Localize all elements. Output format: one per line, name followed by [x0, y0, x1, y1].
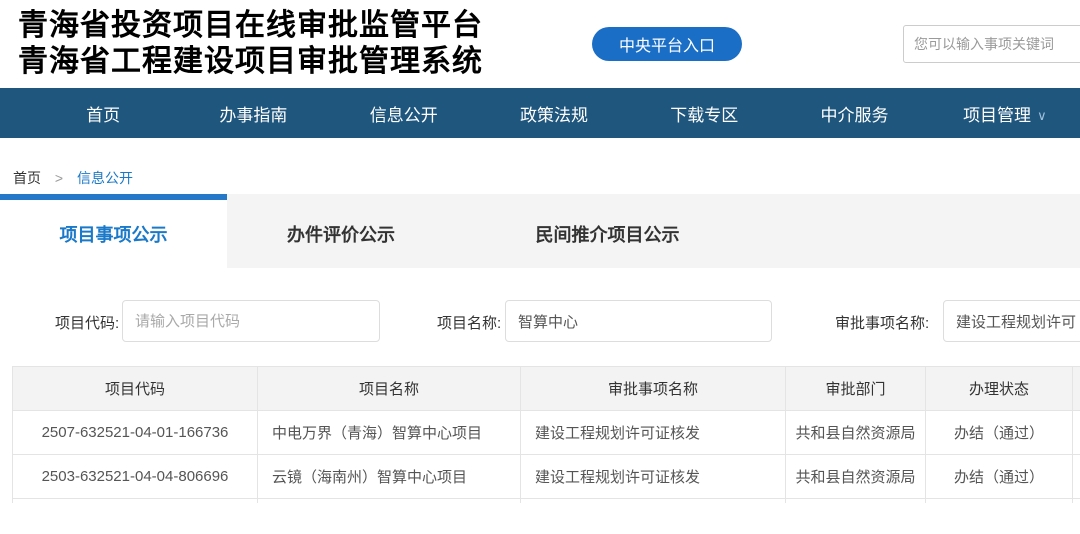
- cell-r0-c0: 2507-632521-04-01-166736: [13, 411, 258, 455]
- site-title-line1: 青海省投资项目在线审批监管平台: [18, 8, 483, 44]
- cell-partial: [1073, 499, 1080, 503]
- site-title: 青海省投资项目在线审批监管平台 青海省工程建设项目审批管理系统: [18, 8, 483, 80]
- nav-item-1[interactable]: 办事指南: [178, 101, 328, 126]
- site-title-line2: 青海省工程建设项目审批管理系统: [18, 44, 483, 80]
- cell-r1-c0: 2503-632521-04-04-806696: [13, 455, 258, 499]
- tab-0[interactable]: 项目事项公示: [0, 194, 227, 268]
- column-header-1: 项目名称: [258, 367, 521, 411]
- column-header-3: 审批部门: [786, 367, 926, 411]
- column-header-clipped: [1073, 367, 1080, 411]
- table-row: 2507-632521-04-01-166736中电万界（青海）智算中心项目建设…: [13, 411, 1080, 455]
- cell-partial: [926, 499, 1073, 503]
- table-row-partial: [13, 499, 1080, 503]
- central-platform-button[interactable]: 中央平台入口: [592, 27, 742, 61]
- table-body: 2507-632521-04-01-166736中电万界（青海）智算中心项目建设…: [13, 411, 1080, 503]
- nav-item-2[interactable]: 信息公开: [329, 101, 479, 126]
- cell-r0-c1: 中电万界（青海）智算中心项目: [258, 411, 521, 455]
- keyword-search-input[interactable]: [903, 25, 1080, 63]
- table-row: 2503-632521-04-04-806696云镜（海南州）智算中心项目建设工…: [13, 455, 1080, 499]
- breadcrumb: 首页 > 信息公开: [0, 138, 1080, 194]
- cell-partial: [13, 499, 258, 503]
- cell-partial: [258, 499, 521, 503]
- cell-r0-c4: 办结（通过）: [926, 411, 1073, 455]
- nav-item-5[interactable]: 中介服务: [779, 101, 929, 126]
- nav-item-3[interactable]: 政策法规: [479, 101, 629, 126]
- page: 青海省投资项目在线审批监管平台 青海省工程建设项目审批管理系统 中央平台入口 首…: [0, 0, 1080, 534]
- project-name-label: 项目名称:: [437, 312, 501, 333]
- results-table: 项目代码项目名称审批事项名称审批部门办理状态 2507-632521-04-01…: [12, 366, 1080, 503]
- project-name-input[interactable]: [505, 300, 772, 342]
- project-code-input[interactable]: [122, 300, 380, 342]
- column-header-0: 项目代码: [13, 367, 258, 411]
- tab-bar: 项目事项公示办件评价公示民间推介项目公示: [0, 194, 1080, 268]
- cell-r1-c1: 云镜（海南州）智算中心项目: [258, 455, 521, 499]
- cell-r1-c4: 办结（通过）: [926, 455, 1073, 499]
- cell-r1-c2: 建设工程规划许可证核发: [521, 455, 786, 499]
- cell-partial: [521, 499, 786, 503]
- tab-bar-filler: [760, 194, 1080, 268]
- cell-r0-c2: 建设工程规划许可证核发: [521, 411, 786, 455]
- cell-clipped: [1073, 455, 1080, 499]
- column-header-4: 办理状态: [926, 367, 1073, 411]
- breadcrumb-home[interactable]: 首页: [13, 170, 41, 186]
- nav-item-6[interactable]: 项目管理∨: [930, 101, 1080, 126]
- tab-2[interactable]: 民间推介项目公示: [455, 194, 760, 268]
- table-header-row: 项目代码项目名称审批事项名称审批部门办理状态: [13, 367, 1080, 411]
- main-nav: 首页办事指南信息公开政策法规下载专区中介服务项目管理∨: [0, 88, 1080, 138]
- approval-item-input[interactable]: [943, 300, 1080, 342]
- cell-r1-c3: 共和县自然资源局: [786, 455, 926, 499]
- column-header-2: 审批事项名称: [521, 367, 786, 411]
- breadcrumb-current[interactable]: 信息公开: [77, 170, 133, 186]
- cell-r0-c3: 共和县自然资源局: [786, 411, 926, 455]
- site-header: 青海省投资项目在线审批监管平台 青海省工程建设项目审批管理系统 中央平台入口: [0, 0, 1080, 88]
- project-code-label: 项目代码:: [55, 312, 119, 333]
- cell-partial: [786, 499, 926, 503]
- breadcrumb-separator: >: [55, 170, 63, 186]
- approval-item-label: 审批事项名称:: [835, 312, 929, 333]
- nav-item-0[interactable]: 首页: [28, 101, 178, 126]
- cell-clipped: [1073, 411, 1080, 455]
- tab-1[interactable]: 办件评价公示: [227, 194, 455, 268]
- nav-item-4[interactable]: 下载专区: [629, 101, 779, 126]
- filter-bar: 项目代码: 项目名称: 审批事项名称:: [0, 268, 1080, 366]
- chevron-down-icon: ∨: [1037, 108, 1047, 124]
